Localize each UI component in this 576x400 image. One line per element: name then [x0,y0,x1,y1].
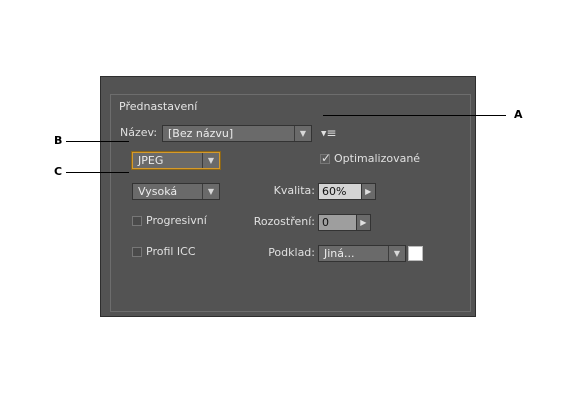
optimized-label: Optimalizované [334,152,421,165]
callout-b-line [66,141,129,142]
format-value: JPEG [138,154,164,167]
chevron-down-icon: ▼ [202,153,219,168]
quality-field[interactable]: 60% ▶ [318,183,376,200]
chevron-down-icon: ▼ [294,126,311,141]
progressive-label: Progresivní [146,214,207,227]
callout-b-label: B [54,134,63,147]
checkmark-icon: ✓ [321,151,332,165]
quality-preset-value: Vysoká [138,185,178,198]
quality-stepper-icon[interactable]: ▶ [360,184,375,199]
callout-c-label: C [54,165,63,178]
panel-menu-icon[interactable]: ▼≡ [321,127,336,140]
format-dropdown[interactable]: JPEG ▼ [132,152,220,169]
blur-value[interactable]: 0 [319,215,356,230]
chevron-down-icon: ▼ [202,184,219,199]
callout-a-line [323,115,506,116]
chevron-down-icon: ▼ [388,246,405,261]
icc-profile-checkbox[interactable] [132,247,142,257]
matte-dropdown[interactable]: Jiná... ▼ [318,245,406,262]
preset-value: [Bez názvu] [168,127,234,140]
list-icon: ≡ [326,126,337,140]
preset-group: Přednastavení Název: [Bez názvu] ▼ ▼≡ JP… [110,94,471,312]
quality-label: Kvalita: [273,184,315,197]
matte-value: Jiná... [324,247,355,260]
quality-value[interactable]: 60% [319,184,361,199]
icc-profile-label: Profil ICC [146,245,196,258]
callout-a-label: A [514,108,523,121]
callout-c-line [66,172,129,173]
preset-dropdown[interactable]: [Bez názvu] ▼ [162,125,312,142]
progressive-checkbox[interactable] [132,216,142,226]
matte-color-swatch[interactable] [408,246,423,261]
blur-field[interactable]: 0 ▶ [318,214,371,231]
matte-label: Podklad: [268,246,315,259]
blur-stepper-icon[interactable]: ▶ [355,215,370,230]
optimized-checkbox[interactable]: ✓ [320,151,332,165]
blur-label: Rozostření: [253,215,315,228]
quality-preset-dropdown[interactable]: Vysoká ▼ [132,183,220,200]
group-title: Přednastavení [116,100,201,114]
optimize-panel: Přednastavení Název: [Bez názvu] ▼ ▼≡ JP… [100,76,476,317]
preset-label: Název: [120,126,158,139]
